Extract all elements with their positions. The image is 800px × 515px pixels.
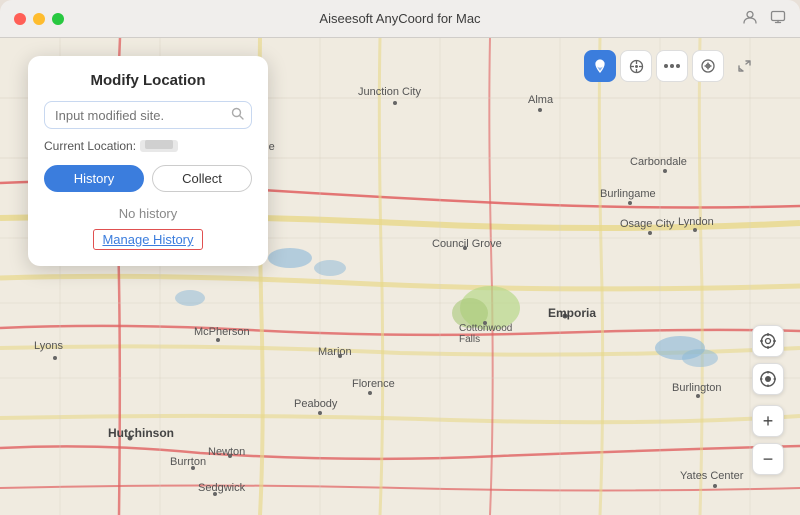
current-location-value: [140, 140, 178, 152]
title-bar: Aiseesoft AnyCoord for Mac: [0, 0, 800, 38]
traffic-lights: [14, 13, 64, 25]
target-icon-button[interactable]: [752, 325, 784, 357]
current-location: Current Location:: [44, 139, 252, 153]
title-bar-icons: [742, 9, 786, 28]
location-pin-button[interactable]: [584, 50, 616, 82]
zoom-out-button[interactable]: −: [752, 443, 784, 475]
manage-history-link[interactable]: Manage History: [93, 229, 202, 250]
tab-buttons: History Collect: [44, 165, 252, 192]
panel-title: Modify Location: [44, 72, 252, 89]
app-title: Aiseesoft AnyCoord for Mac: [319, 11, 480, 26]
zoom-controls: + −: [752, 405, 784, 475]
search-input[interactable]: [55, 108, 231, 123]
locate-me-button[interactable]: [752, 363, 784, 395]
zoom-in-button[interactable]: +: [752, 405, 784, 437]
close-button[interactable]: [14, 13, 26, 25]
search-box[interactable]: [44, 101, 252, 129]
collect-tab[interactable]: Collect: [152, 165, 252, 192]
map-toolbar: [584, 50, 760, 82]
history-tab[interactable]: History: [44, 165, 144, 192]
maximize-button[interactable]: [52, 13, 64, 25]
main-content: Junction City Alma Abilene Carbondale Bu…: [0, 38, 800, 515]
user-icon[interactable]: [742, 9, 758, 28]
route-button[interactable]: [692, 50, 724, 82]
modify-location-panel: Modify Location Current Location: Histor…: [28, 56, 268, 266]
display-icon[interactable]: [770, 9, 786, 28]
current-location-label: Current Location:: [44, 139, 136, 153]
exit-button[interactable]: [728, 50, 760, 82]
multi-spot-button[interactable]: [656, 50, 688, 82]
minimize-button[interactable]: [33, 13, 45, 25]
no-history-text: No history: [44, 206, 252, 221]
search-icon: [231, 107, 244, 123]
map-locate-controls: [752, 325, 784, 395]
orientation-button[interactable]: [620, 50, 652, 82]
